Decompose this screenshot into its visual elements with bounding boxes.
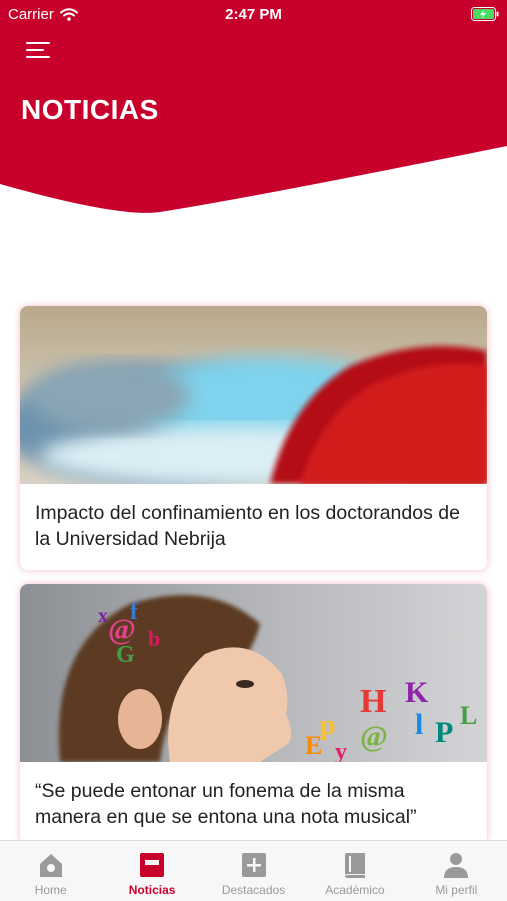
svg-text:l: l [415,708,423,741]
svg-text:f: f [130,599,139,625]
tab-noticias[interactable]: Noticias [101,841,202,901]
book-icon [344,853,365,878]
news-card[interactable]: Impacto del confinamiento en los doctora… [20,306,487,570]
home-icon [39,854,62,877]
tab-label: Noticias [128,883,176,897]
user-icon [444,853,469,878]
svg-text:G: G [116,642,135,668]
plus-icon [241,853,266,877]
svg-text:H: H [360,683,386,720]
header: Carrier 2:47 PM NOTICIAS [0,0,507,230]
svg-text:K: K [405,676,429,709]
status-time: 2:47 PM [225,6,282,23]
tab-destacados[interactable]: Destacados [203,841,304,901]
page-title: NOTICIAS [21,94,159,125]
svg-text:@: @ [360,720,388,753]
news-title: “Se puede entonar un fonema de la misma … [35,780,417,828]
svg-text:x: x [98,605,108,627]
tab-home[interactable]: Home [0,841,101,901]
tab-label: Destacados [221,883,286,897]
svg-text:P: P [435,716,453,749]
news-image: @ f G b x H K p @ l P L E y [20,584,487,762]
tab-academico[interactable]: Académico [304,841,405,901]
tab-mi-perfil[interactable]: Mi perfil [406,841,507,901]
tab-bar: Home Noticias Destacados Académico Mi pe… [0,840,507,901]
news-card[interactable]: @ f G b x H K p @ l P L E y “Se puede en… [20,584,487,844]
menu-button[interactable] [26,40,52,62]
svg-text:y: y [335,739,347,762]
svg-text:E: E [305,731,322,760]
tab-label: Mi perfil [435,883,478,897]
svg-text:b: b [148,626,160,651]
news-title: Impacto del confinamiento en los doctora… [35,502,460,550]
tab-label: Home [34,883,67,897]
svg-text:L: L [460,701,477,730]
battery-icon [471,7,499,21]
news-icon [140,853,165,877]
news-image [20,306,487,484]
tab-label: Académico [325,883,385,897]
status-bar: Carrier 2:47 PM [0,0,507,28]
